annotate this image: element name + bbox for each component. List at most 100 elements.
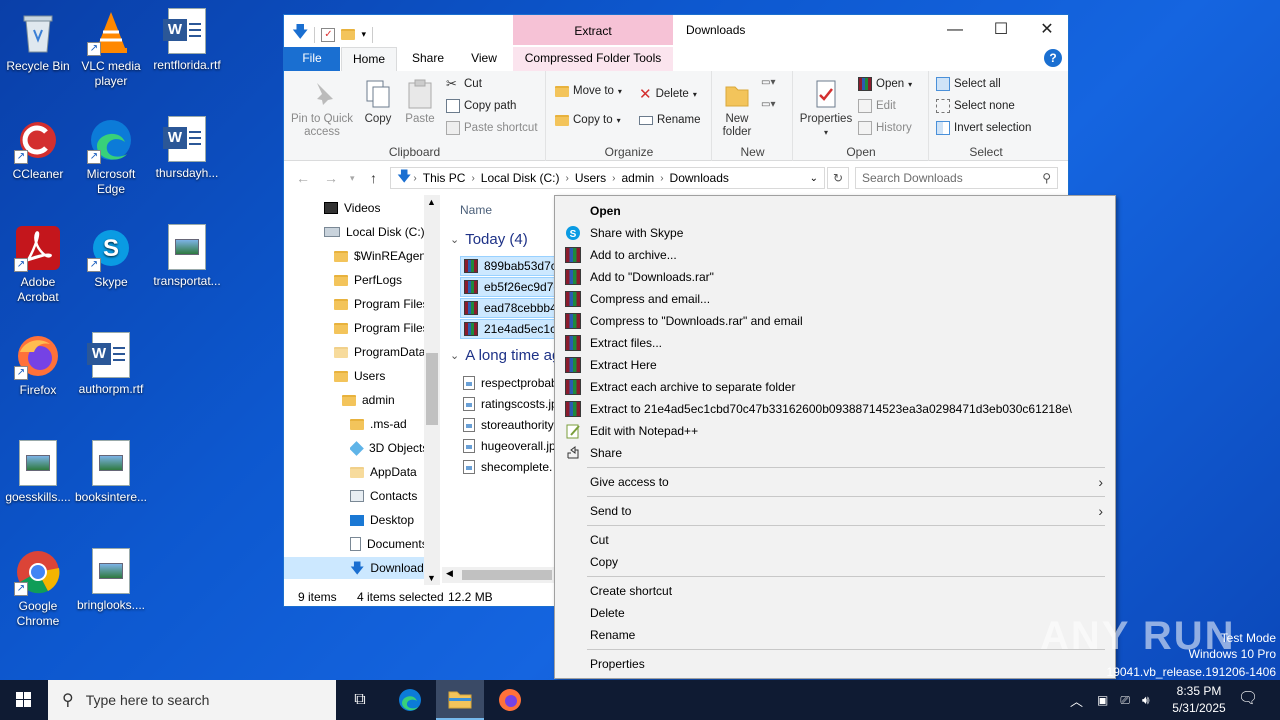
menu-item-compress-and-email[interactable]: Compress and email... (557, 288, 1113, 310)
new-item-icon[interactable]: ▭▾ (761, 77, 781, 93)
move-to-button[interactable]: Move to ▾ (555, 85, 622, 97)
breadcrumb-this-pc[interactable]: This PC (423, 171, 466, 185)
device-icon[interactable]: ▣ (1097, 693, 1108, 707)
breadcrumb-local-disk[interactable]: Local Disk (C:) (481, 171, 560, 185)
menu-item-add-to-archive[interactable]: Add to archive... (557, 244, 1113, 266)
scroll-up-icon[interactable]: ▲ (427, 197, 436, 207)
tab-home[interactable]: Home (341, 47, 397, 71)
nav-item-ms-ad[interactable]: .ms-ad (350, 413, 407, 435)
menu-item-send-to[interactable]: Send to › (557, 500, 1113, 522)
desktop-icon-goesskills[interactable]: goesskills.... (0, 440, 76, 505)
chevron-up-icon[interactable]: ︿ (1070, 691, 1083, 710)
menu-item-create-shortcut[interactable]: Create shortcut (557, 580, 1113, 602)
maximize-button[interactable]: ☐ (978, 15, 1024, 45)
cut-button[interactable]: ✂ Cut (446, 77, 482, 91)
pin-quick-access-button[interactable]: Pin to Quick access (290, 79, 354, 139)
copy-path-button[interactable]: Copy path (446, 99, 516, 113)
paste-button[interactable]: Paste (400, 79, 440, 126)
group-header-today[interactable]: ⌄ Today (4) (450, 231, 528, 248)
tab-file[interactable]: File (284, 47, 340, 71)
recent-dropdown-icon[interactable]: ▾ (350, 173, 355, 184)
menu-item-copy[interactable]: Copy (557, 551, 1113, 573)
open-button[interactable]: Open ▾ (858, 77, 912, 91)
nav-item-program-files[interactable]: Program Files (334, 293, 429, 315)
start-button[interactable] (0, 680, 48, 720)
desktop-icon-booksintere[interactable]: booksintere... (73, 440, 149, 505)
nav-item-3d-objects[interactable]: 3D Objects (350, 437, 428, 459)
desktop-icon-adobe-acrobat[interactable]: ↗ Adobe Acrobat (0, 224, 76, 305)
nav-item-perflogs[interactable]: PerfLogs (334, 269, 402, 291)
desktop-icon-rentflorida[interactable]: W rentflorida.rtf (149, 8, 225, 73)
edit-button[interactable]: Edit (858, 99, 896, 113)
address-bar[interactable]: 🡇 › This PC › Local Disk (C:) › Users › adm… (390, 167, 825, 189)
select-all-button[interactable]: Select all (936, 77, 1001, 91)
close-button[interactable]: ✕ (1024, 15, 1068, 45)
notification-icon[interactable]: 🗨︎ (1238, 688, 1258, 708)
nav-scrollbar[interactable]: ▲ ▼ (424, 195, 440, 585)
nav-item-programdata[interactable]: ProgramData (334, 341, 425, 363)
desktop-icon-authorpm[interactable]: W authorpm.rtf (73, 332, 149, 397)
column-header-name[interactable]: Name (460, 203, 492, 217)
breadcrumb-users[interactable]: Users (575, 171, 606, 185)
task-view-button[interactable]: ⧉ (336, 680, 384, 720)
scroll-down-icon[interactable]: ▼ (427, 573, 436, 583)
nav-item-admin[interactable]: admin (342, 389, 395, 411)
desktop-icon-vlc[interactable]: ↗ VLC media player (73, 8, 149, 89)
breadcrumb-downloads[interactable]: Downloads (670, 171, 729, 185)
properties-button[interactable]: Properties ▾ (798, 79, 854, 139)
menu-item-give-access-to[interactable]: Give access to › (557, 471, 1113, 493)
copy-to-button[interactable]: Copy to ▾ (555, 114, 621, 126)
menu-item-share-with-skype[interactable]: S Share with Skype (557, 222, 1113, 244)
delete-button[interactable]: ✕ Delete ▾ (639, 85, 697, 103)
nav-item-program-files-x86[interactable]: Program Files (334, 317, 429, 339)
back-arrow-icon[interactable]: ← (296, 170, 310, 186)
menu-item-extract-here[interactable]: Extract Here (557, 354, 1113, 376)
down-arrow-icon[interactable]: 🡇 (292, 21, 308, 48)
nav-item-contacts[interactable]: Contacts (350, 485, 417, 507)
breadcrumb-admin[interactable]: admin (622, 171, 655, 185)
scroll-left-icon[interactable]: ◀ (446, 568, 453, 579)
desktop-icon-skype[interactable]: S ↗ Skype (73, 224, 149, 290)
new-folder-icon[interactable] (341, 29, 356, 40)
desktop-icon-thursdayh[interactable]: W thursdayh... (149, 116, 225, 181)
paste-shortcut-button[interactable]: Paste shortcut (446, 121, 538, 135)
properties-check-icon[interactable]: ✓ (321, 27, 336, 42)
menu-item-add-to-downloads-rar[interactable]: Add to "Downloads.rar" (557, 266, 1113, 288)
new-folder-button[interactable]: New folder (717, 79, 757, 139)
menu-item-cut[interactable]: Cut (557, 529, 1113, 551)
address-dropdown-icon[interactable]: ⌄ (810, 173, 818, 184)
content-hscrollbar[interactable]: ◀ (442, 567, 556, 583)
menu-item-delete[interactable]: Delete (557, 602, 1113, 624)
nav-item-local-disk[interactable]: Local Disk (C:) (324, 221, 425, 243)
desktop-icon-bringlooks[interactable]: bringlooks.... (73, 548, 149, 613)
easy-access-icon[interactable]: ▭▾ (761, 99, 781, 115)
nav-item-appdata[interactable]: AppData (350, 461, 417, 483)
scrollbar-thumb[interactable] (426, 353, 438, 425)
rename-button[interactable]: Rename (639, 114, 700, 126)
tab-view[interactable]: View (458, 47, 510, 71)
menu-item-extract-to-folder[interactable]: Extract to 21e4ad5ec1cbd70c47b33162600b0… (557, 398, 1113, 420)
volume-icon[interactable]: 🔊︎ (1142, 693, 1150, 708)
menu-item-extract-each-archive[interactable]: Extract each archive to separate folder (557, 376, 1113, 398)
network-icon[interactable]: ⎚ (1120, 693, 1130, 708)
nav-item-users[interactable]: Users (334, 365, 385, 387)
taskbar-edge-button[interactable] (386, 680, 434, 720)
desktop-icon-recycle-bin[interactable]: Recycle Bin (0, 8, 76, 74)
forward-arrow-icon[interactable]: → (324, 170, 338, 186)
history-button[interactable]: History (858, 121, 912, 135)
desktop-icon-firefox[interactable]: ↗ Firefox (0, 332, 76, 398)
menu-item-compress-to-rar-and-email[interactable]: Compress to "Downloads.rar" and email (557, 310, 1113, 332)
search-input[interactable]: Search Downloads ⚲ (855, 167, 1058, 189)
nav-item-desktop[interactable]: Desktop (350, 509, 414, 531)
menu-item-edit-with-notepadpp[interactable]: Edit with Notepad++ (557, 420, 1113, 442)
menu-item-properties[interactable]: Properties (557, 653, 1113, 675)
help-icon[interactable]: ? (1044, 49, 1062, 67)
qat-dropdown-icon[interactable]: ▾ (361, 29, 366, 40)
refresh-button[interactable]: ↻ (827, 167, 849, 189)
nav-item-downloads[interactable]: 🡇 Downloads (284, 557, 424, 579)
desktop-icon-google-chrome[interactable]: ↗ Google Chrome (0, 548, 76, 629)
nav-item-videos[interactable]: Videos (324, 197, 380, 219)
desktop-icon-microsoft-edge[interactable]: ↗ Microsoft Edge (73, 116, 149, 197)
taskbar-firefox-button[interactable] (486, 680, 534, 720)
taskbar-clock[interactable]: 8:35 PM 5/31/2025 (1160, 683, 1238, 717)
